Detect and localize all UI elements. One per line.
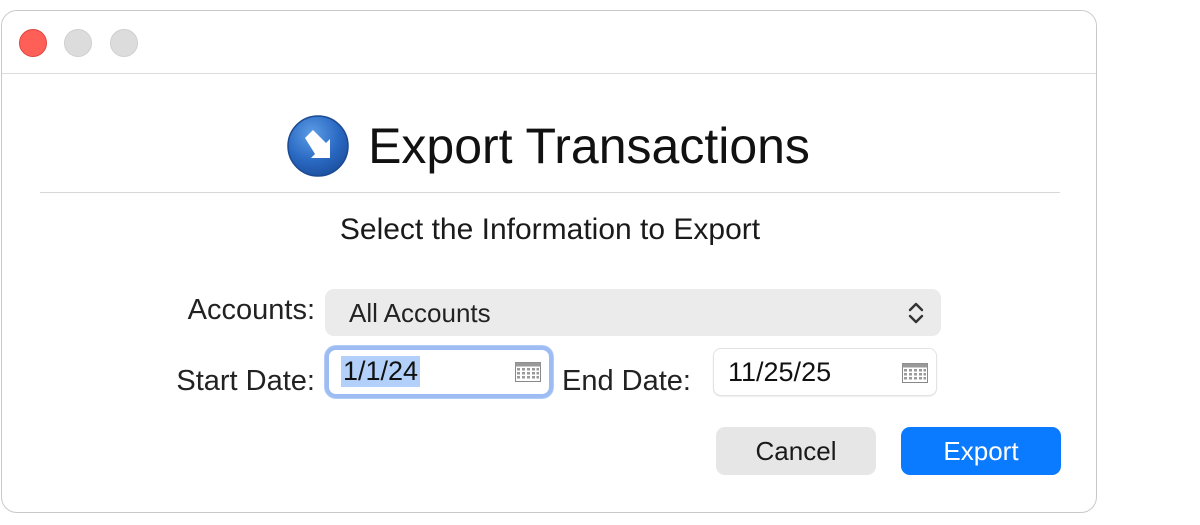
cancel-button[interactable]: Cancel [716,427,876,475]
end-date-value: 11/25/25 [728,357,832,387]
export-button[interactable]: Export [901,427,1061,475]
export-arrow-icon [287,115,349,177]
accounts-select-value: All Accounts [349,298,491,328]
dialog-title: Export Transactions [368,118,810,174]
dialog-subtitle: Select the Information to Export [339,213,761,246]
accounts-label: Accounts: [187,294,315,326]
start-date-value: 1/1/24 [341,356,421,387]
title-bar [2,11,1096,74]
export-dialog-window: Export Transactions Select the Informati… [1,10,1097,513]
accounts-select[interactable]: All Accounts [325,289,941,336]
calendar-icon[interactable] [515,362,541,382]
close-window-button[interactable] [19,29,47,57]
end-date-label: End Date: [562,365,691,397]
minimize-window-button[interactable] [64,29,92,57]
start-date-field[interactable]: 1/1/24 [325,346,553,398]
zoom-window-button[interactable] [110,29,138,57]
start-date-label: Start Date: [176,365,315,397]
end-date-field[interactable]: 11/25/25 [713,348,937,396]
dialog-header: Export Transactions [2,111,1096,181]
header-divider [40,192,1060,193]
up-down-chevron-icon [908,302,924,324]
calendar-icon[interactable] [902,363,928,383]
